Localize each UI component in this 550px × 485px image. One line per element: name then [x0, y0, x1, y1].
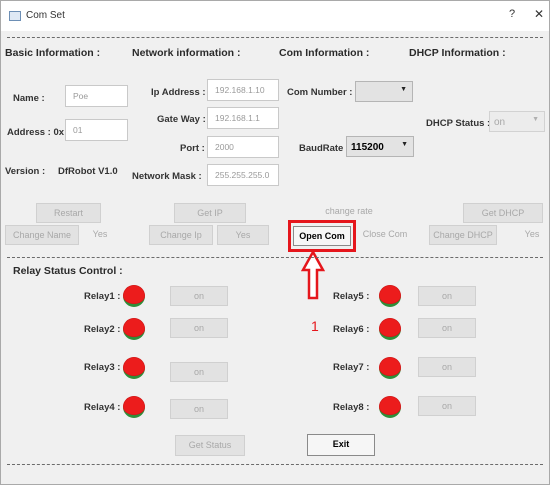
- relay1-status-indicator: [123, 285, 145, 307]
- exit-button[interactable]: Exit: [307, 434, 375, 456]
- address-label: Address : 0x: [7, 127, 65, 138]
- restart-button[interactable]: Restart: [36, 203, 101, 223]
- change-rate-button[interactable]: change rate: [313, 202, 385, 222]
- baudrate-value: 115200: [351, 142, 384, 153]
- help-button[interactable]: ?: [509, 8, 515, 20]
- relay6-status-indicator: [379, 318, 401, 340]
- ip-address-field[interactable]: 192.168.1.10: [207, 79, 279, 101]
- address-field[interactable]: 01: [65, 119, 128, 141]
- baudrate-select[interactable]: 115200 ▼: [346, 136, 414, 157]
- relay2-label: Relay2 :: [84, 324, 121, 335]
- relay-divider: [7, 257, 543, 258]
- com-number-select[interactable]: ▼: [355, 81, 413, 102]
- relay3-label: Relay3 :: [84, 362, 121, 373]
- relay5-status-indicator: [379, 285, 401, 307]
- name-label: Name :: [13, 93, 45, 104]
- relay3-on-button[interactable]: on: [170, 362, 228, 382]
- ip-address-label: Ip Address :: [151, 87, 206, 98]
- port-label: Port :: [180, 143, 205, 154]
- close-com-button[interactable]: Close Com: [357, 225, 413, 245]
- relay1-on-button[interactable]: on: [170, 286, 228, 306]
- window-title: Com Set: [26, 10, 65, 21]
- relay3-status-indicator: [123, 357, 145, 379]
- chevron-down-icon: ▼: [401, 141, 408, 148]
- relay8-on-button[interactable]: on: [418, 396, 476, 416]
- com-set-window: Com Set ? ✕ Basic Information : Network …: [0, 0, 550, 485]
- chevron-down-icon: ▼: [400, 86, 407, 93]
- dhcp-status-label: DHCP Status :: [426, 118, 491, 129]
- relay4-on-button[interactable]: on: [170, 399, 228, 419]
- relay-status-heading: Relay Status Control :: [13, 265, 123, 277]
- version-value: DfRobot V1.0: [58, 166, 118, 177]
- relay4-label: Relay4 :: [84, 402, 121, 413]
- relay5-on-button[interactable]: on: [418, 286, 476, 306]
- gateway-field[interactable]: 192.168.1.1: [207, 107, 279, 129]
- baudrate-label: BaudRate :: [299, 143, 350, 154]
- dhcp-status-value: on: [494, 117, 506, 128]
- change-ip-button[interactable]: Change Ip: [149, 225, 213, 245]
- bottom-divider: [7, 464, 543, 465]
- get-dhcp-button[interactable]: Get DHCP: [463, 203, 543, 223]
- network-mask-field[interactable]: 255.255.255.0: [207, 164, 279, 186]
- relay2-on-button[interactable]: on: [170, 318, 228, 338]
- relay6-on-button[interactable]: on: [418, 318, 476, 338]
- relay7-on-button[interactable]: on: [418, 357, 476, 377]
- get-status-button[interactable]: Get Status: [175, 435, 245, 456]
- relay4-status-indicator: [123, 396, 145, 418]
- ip-yes-button[interactable]: Yes: [217, 225, 269, 245]
- relay1-label: Relay1 :: [84, 291, 121, 302]
- dhcp-yes-button[interactable]: Yes: [517, 225, 547, 245]
- get-ip-button[interactable]: Get IP: [174, 203, 246, 223]
- title-bar: Com Set ? ✕: [1, 1, 549, 31]
- network-mask-label: Network Mask :: [132, 171, 202, 182]
- top-divider: [7, 37, 543, 38]
- open-com-highlight-box: [288, 220, 356, 252]
- close-icon[interactable]: ✕: [534, 7, 544, 21]
- basic-info-heading: Basic Information :: [5, 47, 101, 59]
- gateway-label: Gate Way :: [157, 114, 206, 125]
- app-window-icon: [9, 11, 21, 21]
- version-label: Version :: [5, 166, 46, 177]
- name-field[interactable]: Poe: [65, 85, 128, 107]
- relay6-label: Relay6 :: [333, 324, 370, 335]
- relay7-status-indicator: [379, 357, 401, 379]
- relay2-status-indicator: [123, 318, 145, 340]
- com-number-label: Com Number :: [287, 87, 353, 98]
- relay5-label: Relay5 :: [333, 291, 370, 302]
- port-field[interactable]: 2000: [207, 136, 279, 158]
- network-info-heading: Network information :: [132, 47, 241, 59]
- name-yes-button[interactable]: Yes: [85, 225, 115, 245]
- relay8-status-indicator: [379, 396, 401, 418]
- relay7-label: Relay7 :: [333, 362, 370, 373]
- change-dhcp-button[interactable]: Change DHCP: [429, 225, 497, 245]
- chevron-down-icon: ▼: [532, 116, 539, 123]
- dhcp-info-heading: DHCP Information :: [409, 47, 506, 59]
- relay8-label: Relay8 :: [333, 402, 370, 413]
- com-info-heading: Com Information :: [279, 47, 370, 59]
- change-name-button[interactable]: Change Name: [5, 225, 79, 245]
- dhcp-status-select[interactable]: on ▼: [489, 111, 545, 132]
- annotation-step-number: 1: [311, 318, 319, 334]
